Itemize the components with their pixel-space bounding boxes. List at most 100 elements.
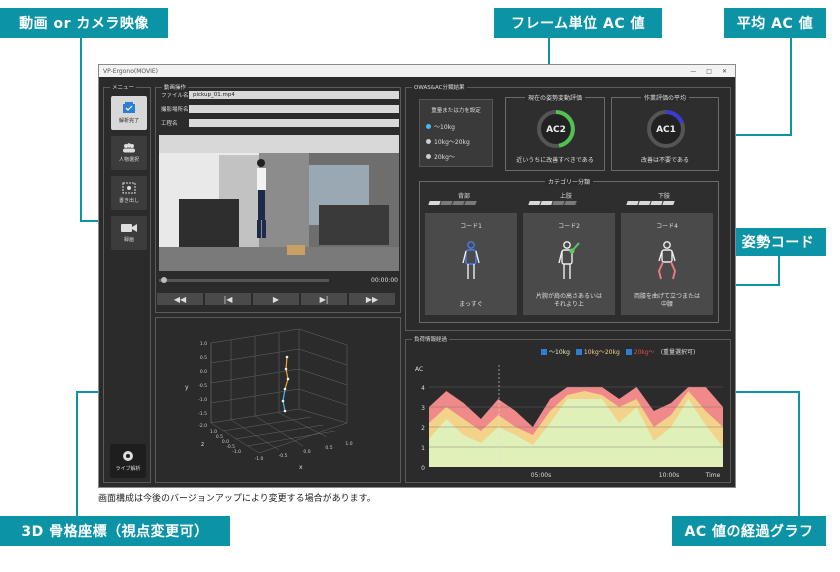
callout-avg-ac: 平均 AC 値 bbox=[724, 8, 826, 38]
code-seg bbox=[452, 201, 465, 205]
x-tick: -1.0 bbox=[255, 456, 264, 462]
y-tick: 0.0 bbox=[200, 369, 207, 375]
legend-item-heavy[interactable]: 20kg〜 bbox=[625, 347, 655, 356]
skeleton-3d-plot[interactable]: y z x 1.0 0.5 0.0 -0.5 -1.0 -1.5 -2.0 1.… bbox=[179, 323, 379, 471]
play-button[interactable]: ▶ bbox=[253, 293, 299, 305]
legend-item-medium[interactable]: 10kg〜20kg bbox=[575, 347, 620, 356]
process-row: 工程名 bbox=[161, 119, 399, 127]
live-camera-icon bbox=[123, 451, 133, 461]
chart-x-tick: 05:00s bbox=[531, 472, 551, 479]
y-tick: 0.5 bbox=[200, 355, 207, 361]
seek-bar[interactable] bbox=[159, 279, 329, 282]
load-option-3[interactable]: 20kg〜 bbox=[426, 152, 492, 161]
card-code: コード4 bbox=[656, 223, 678, 230]
load-selection-box: 重量または力を設定 〜10kg 10kg〜20kg 20kg〜 bbox=[419, 99, 493, 167]
checklist-icon bbox=[123, 102, 135, 113]
skeleton-z-axis-label: z bbox=[201, 441, 204, 448]
next-frame-button[interactable]: ▶| bbox=[301, 293, 347, 305]
skeleton-y-axis-label: y bbox=[185, 384, 189, 391]
y-tick: 1.0 bbox=[200, 341, 207, 347]
load-option-label: 20kg〜 bbox=[434, 154, 455, 161]
y-tick: -1.0 bbox=[198, 397, 207, 403]
menu-panel: メニュー 解析完了 人物選択 書き出し 録画 ライブ解析 bbox=[103, 83, 151, 483]
minimize-button[interactable]: — bbox=[690, 68, 696, 75]
posture-card-upper: コード2 片腕が肩の高さあるいは それより上 bbox=[523, 213, 615, 315]
radio-icon bbox=[426, 154, 431, 159]
load-option-2[interactable]: 10kg〜20kg bbox=[426, 137, 492, 146]
card-desc: 両膝を曲げて立つまたは 中腰 bbox=[621, 293, 713, 309]
live-analysis-button[interactable]: ライブ解析 bbox=[110, 444, 146, 478]
chart-y-tick: 2 bbox=[421, 425, 425, 432]
location-field[interactable] bbox=[189, 105, 399, 113]
chart-y-tick: 3 bbox=[421, 405, 425, 412]
rewind-button[interactable]: ◀◀ bbox=[157, 293, 203, 305]
chart-y-tick: 0 bbox=[421, 465, 425, 472]
code-seg bbox=[564, 201, 577, 205]
avg-ac-value: AC1 bbox=[656, 125, 676, 135]
video-frame[interactable] bbox=[159, 135, 399, 271]
callout-frame-ac: フレーム単位 AC 値 bbox=[494, 8, 662, 38]
title-bar: VP-Ergono(MOVIE) — □ ✕ bbox=[99, 65, 735, 77]
back-code-indicator bbox=[428, 201, 477, 205]
radio-icon bbox=[426, 139, 431, 144]
maximize-button[interactable]: □ bbox=[706, 68, 712, 75]
graph-panel-title: 負荷情報経過 bbox=[412, 335, 450, 343]
menu-analysis-done-button[interactable]: 解析完了 bbox=[111, 96, 147, 130]
knees-bent-icon bbox=[657, 241, 677, 280]
code-seg bbox=[464, 201, 477, 205]
chart-y-tick: 1 bbox=[421, 445, 425, 452]
upper-code-indicator bbox=[528, 201, 577, 205]
legend-label: 10kg〜20kg bbox=[583, 349, 620, 356]
current-ac-value: AC2 bbox=[546, 125, 566, 135]
menu-record-button[interactable]: 録画 bbox=[111, 216, 147, 250]
legend-item-light[interactable]: 〜10kg bbox=[541, 347, 570, 356]
card-desc-line: 両膝を曲げて立つまたは bbox=[633, 293, 700, 300]
fast-forward-button[interactable]: ▶▶ bbox=[349, 293, 395, 305]
connector-line bbox=[790, 38, 792, 136]
current-ac-desc: 近いうちに改善すべきである bbox=[516, 157, 594, 164]
x-tick: -0.5 bbox=[279, 453, 288, 459]
x-tick: 0.0 bbox=[303, 449, 310, 455]
callout-skeleton: 3D 骨格座標（視点変更可） bbox=[0, 516, 230, 546]
people-icon bbox=[123, 143, 135, 153]
menu-export-button[interactable]: 書き出し bbox=[111, 176, 147, 210]
footer-note: 画面構成は今後のバージョンアップにより変更する場合があります。 bbox=[98, 494, 376, 504]
legend-label: 20kg〜 bbox=[633, 349, 655, 356]
current-ac-title: 現在の姿勢変動評価 bbox=[524, 93, 586, 102]
z-tick: -1.0 bbox=[232, 449, 241, 455]
code-seg bbox=[440, 201, 453, 205]
code-seg bbox=[528, 201, 541, 205]
card-part-upper: 上肢 bbox=[559, 193, 572, 200]
menu-title: メニュー bbox=[110, 83, 137, 91]
connector-line bbox=[798, 391, 800, 517]
file-name-field[interactable]: pickup_01.mp4 bbox=[189, 91, 399, 99]
seek-handle[interactable] bbox=[161, 277, 167, 283]
card-desc: まっすぐ bbox=[425, 301, 517, 309]
code-seg bbox=[428, 201, 441, 205]
process-field[interactable] bbox=[189, 119, 399, 127]
card-desc: 片腕が肩の高さあるいは それより上 bbox=[523, 293, 615, 309]
process-label: 工程名 bbox=[161, 121, 178, 127]
connector-line bbox=[76, 391, 78, 517]
graph-legend: 〜10kg 10kg〜20kg 20kg〜 (重量選択可) bbox=[541, 347, 695, 356]
legend-label: 〜10kg bbox=[549, 349, 570, 356]
code-seg bbox=[638, 201, 651, 205]
menu-item-label: 録画 bbox=[123, 237, 134, 243]
connector-line bbox=[80, 38, 82, 222]
close-button[interactable]: ✕ bbox=[722, 68, 727, 75]
load-option-1[interactable]: 〜10kg bbox=[426, 122, 492, 131]
file-name-row: ファイル名 pickup_01.mp4 bbox=[161, 91, 399, 99]
code-seg bbox=[552, 201, 565, 205]
x-tick: 1.0 bbox=[345, 441, 352, 447]
menu-person-select-button[interactable]: 人物選択 bbox=[111, 136, 147, 170]
app-window: VP-Ergono(MOVIE) — □ ✕ メニュー 解析完了 人物選択 書き… bbox=[98, 64, 736, 488]
card-desc-line: 片腕が肩の高さあるいは bbox=[535, 293, 602, 300]
y-tick: -1.5 bbox=[198, 411, 207, 417]
prev-frame-button[interactable]: |◀ bbox=[205, 293, 251, 305]
avg-ac-desc: 改善は不要である bbox=[641, 157, 689, 164]
avg-ac-title: 作業評価の平均 bbox=[640, 93, 690, 102]
ac-area-chart[interactable]: AC 4 3 2 1 0 05:00s 10:00s Time bbox=[411, 357, 727, 479]
standing-straight-icon bbox=[462, 241, 480, 279]
skeleton-x-axis-label: x bbox=[299, 464, 303, 471]
posture-card-back: コード1 まっすぐ bbox=[425, 213, 517, 315]
